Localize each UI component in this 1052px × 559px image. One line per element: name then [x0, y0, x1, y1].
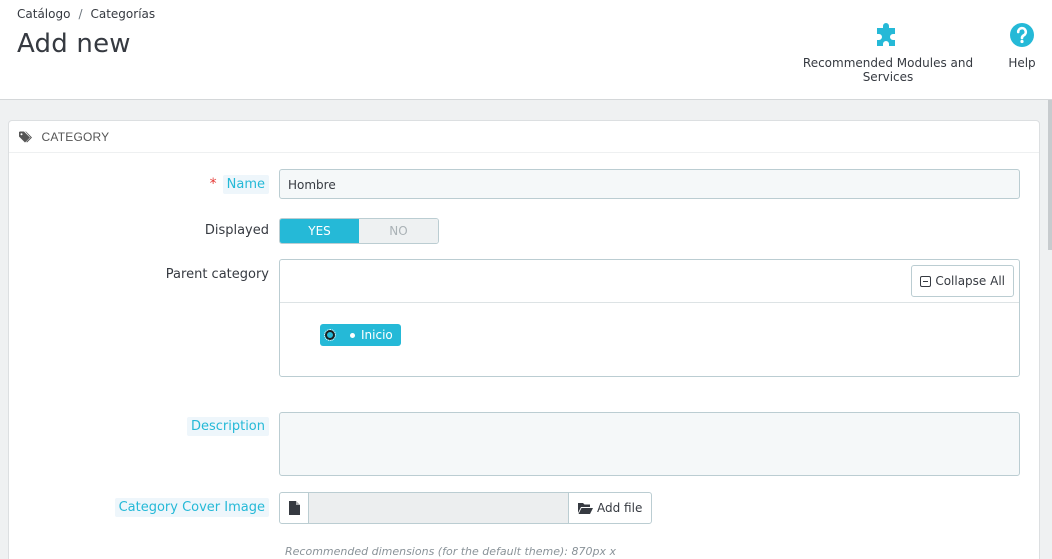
description-textarea[interactable] [279, 412, 1020, 476]
displayed-no-option[interactable]: NO [359, 219, 438, 243]
description-label: Description [159, 417, 269, 436]
page-title: Add new [17, 29, 131, 59]
name-label-text: Name [222, 175, 269, 194]
tree-toolbar: Collapse All [280, 260, 1019, 303]
collapse-all-label: Collapse All [935, 274, 1005, 288]
tree-bullet-icon [350, 332, 355, 338]
scrollbar[interactable] [1048, 100, 1052, 250]
minus-square-icon [920, 275, 932, 287]
cover-image-label: Category Cover Image [109, 498, 269, 517]
add-file-button[interactable]: Add file [568, 492, 653, 524]
required-mark: * [209, 176, 217, 192]
folder-open-icon [578, 503, 593, 514]
tree-node-radio[interactable] [324, 329, 336, 341]
name-input[interactable]: Hombre [279, 169, 1020, 199]
cover-image-upload: Add file [279, 492, 653, 524]
help-button[interactable]: Help [1004, 22, 1040, 70]
help-icon [1010, 23, 1034, 47]
name-label: * Name [159, 175, 269, 194]
file-name-display[interactable] [309, 492, 568, 524]
puzzle-icon [877, 23, 895, 46]
panel-heading: CATEGORY [9, 121, 1039, 153]
displayed-label: Displayed [204, 223, 269, 238]
breadcrumb-separator: / [78, 7, 83, 21]
breadcrumb-catalog[interactable]: Catálogo [17, 7, 70, 21]
category-panel: CATEGORY * Name Hombre Displayed YES NO P… [8, 120, 1040, 559]
file-icon [288, 501, 300, 515]
file-icon-box [279, 492, 309, 524]
description-label-text: Description [186, 417, 269, 436]
cover-image-help: Recommended dimensions (for the default … [285, 545, 616, 558]
parent-category-tree: Collapse All Inicio [279, 259, 1020, 377]
page-header: Catálogo / Categorías Add new Recommended … [0, 0, 1052, 100]
displayed-switch[interactable]: YES NO [279, 218, 439, 244]
help-label: Help [1008, 56, 1036, 70]
breadcrumb: Catálogo / Categorías [17, 7, 155, 21]
breadcrumb-categories[interactable]: Categorías [90, 7, 155, 21]
panel-heading-label: CATEGORY [41, 130, 110, 144]
tree-node-label: Inicio [361, 328, 393, 342]
recommended-modules-label: Recommended Modules and Services [802, 56, 974, 84]
cover-image-label-text: Category Cover Image [114, 498, 269, 517]
tree-node-inicio[interactable]: Inicio [320, 324, 401, 346]
displayed-yes-option[interactable]: YES [280, 219, 359, 243]
parent-category-label: Parent category [165, 267, 269, 282]
collapse-all-button[interactable]: Collapse All [911, 265, 1014, 297]
tags-icon [19, 131, 32, 143]
recommended-modules-button[interactable]: Recommended Modules and Services [783, 22, 993, 84]
add-file-label: Add file [597, 501, 643, 515]
